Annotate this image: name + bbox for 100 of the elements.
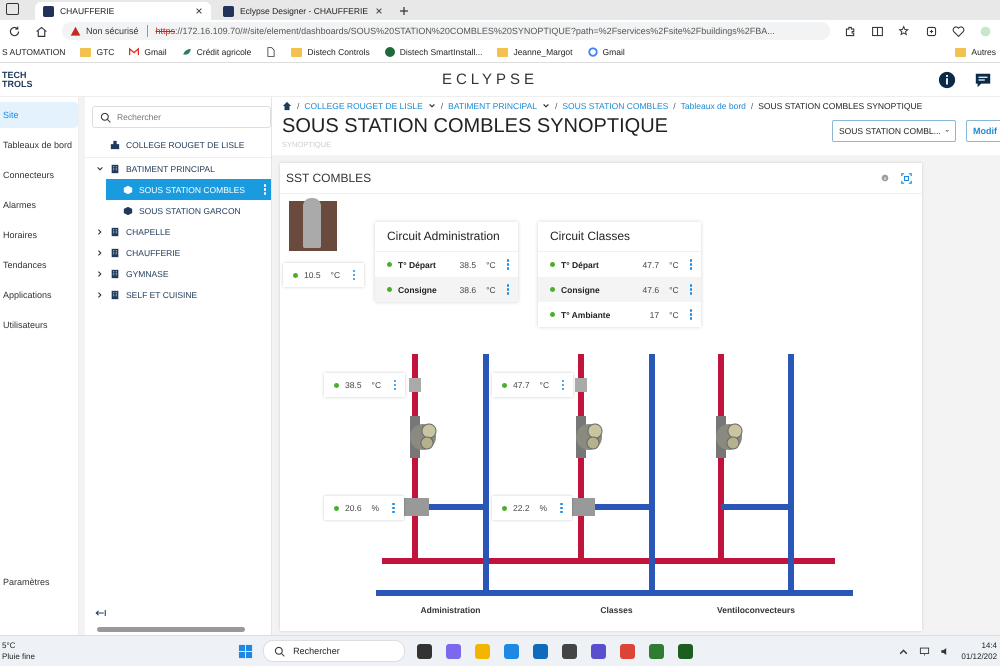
chat-icon[interactable] [974,70,992,88]
tree-item[interactable]: BATIMENT PRINCIPAL [126,164,215,174]
bookmark[interactable]: S AUTOMATION [2,47,66,57]
bookmark[interactable] [266,47,276,57]
bookmark[interactable]: Distech Controls [291,47,370,57]
status-dot [387,287,392,292]
tree-item[interactable]: COLLEGE ROUGET DE LISLE [126,140,244,150]
taskbar-app-icon[interactable] [678,644,694,658]
folder-icon [497,48,508,56]
tree-item[interactable]: CHAUFFERIE [126,248,180,258]
collections-icon[interactable] [925,24,938,38]
tree-item[interactable]: CHAPELLE [126,226,170,236]
chevron-icon[interactable] [96,228,104,236]
breadcrumb-link[interactable]: BATIMENT PRINCIPAL [448,101,537,111]
cube-icon [123,206,133,216]
chevron-icon[interactable] [96,290,104,298]
point-label: Consigne [398,284,438,294]
nav-item[interactable]: Alarmes [0,192,78,218]
breadcrumb-link[interactable]: SOUS STATION COMBLES [562,101,668,111]
taskbar-app-icon[interactable] [591,644,606,658]
folder-icon [291,48,302,56]
tab-actions-icon[interactable] [6,3,19,15]
puzzle-icon[interactable] [844,24,857,38]
breadcrumb-separator: / [554,101,558,111]
clock-date: 01/12/202 [961,651,998,662]
info-icon[interactable] [938,70,956,88]
split-screen-icon[interactable] [871,24,884,38]
nav-item[interactable]: Connecteurs [0,162,78,188]
cube-icon [123,184,133,194]
bookmark[interactable]: Distech SmartInstall... [384,47,482,57]
sensor-drawing [575,378,587,392]
nav-item[interactable]: Paramètres [0,569,78,595]
new-tab-icon[interactable] [399,6,409,16]
mail-icon [129,47,140,57]
tree-item[interactable]: SOUS STATION GARCON [106,200,271,221]
nav-item[interactable]: Utilisateurs [0,312,78,338]
bookmark[interactable]: Autres [955,47,996,57]
caret-icon[interactable] [542,102,550,110]
reload-icon[interactable] [8,24,21,38]
bookmark[interactable]: GTC [80,47,114,57]
value-tag: 20.6 % [324,496,404,520]
value-tag: 38.5 °C [324,373,406,397]
nav-item[interactable]: Tableaux de bord [0,132,78,158]
chevron-icon[interactable] [96,248,104,256]
taskbar-app-icon[interactable] [562,644,578,658]
tree-item[interactable]: GYMNASE [126,268,169,278]
heart-icon[interactable] [952,24,965,38]
nav-item[interactable]: Horaires [0,222,78,248]
sensor-drawing [409,378,421,392]
home-icon[interactable] [35,24,48,38]
folder-icon [955,48,966,56]
breadcrumb-separator: / [297,101,300,111]
building-icon [110,248,120,258]
breadcrumb-link[interactable]: COLLEGE ROUGET DE LISLE [304,101,423,111]
weather-temperature: 5°C [2,640,16,651]
address-bar[interactable]: Non sécurisé https://172.16.109.70/#/site/element/dashboards/SOUS%20STATION%20COMBLES%20SYNOPTIQUE?path=%2Fservices%2Fsite%2Fbuildings%2FBA... [62,22,830,40]
close-icon[interactable] [195,7,203,15]
bookmark[interactable]: Gmail [129,47,167,57]
windows-start-icon[interactable] [238,644,254,658]
bookmark[interactable]: Crédit agricole [182,47,252,57]
caret-icon[interactable] [428,102,436,110]
building-icon [110,164,120,174]
bookmark[interactable]: Gmail [588,47,625,57]
breadcrumb-separator: / [673,101,676,111]
dashboard-dropdown[interactable]: SOUS STATION COMBL... [832,120,956,142]
circuit-card: Circuit Classes T° Départ 47.7 °C Consigne 47.6 °C T° Ambiante 17 °C [538,222,701,327]
point-value: 38.5 [460,260,476,270]
nav-item[interactable]: Tendances [0,252,78,278]
warning-icon [70,26,81,36]
search-icon [274,646,286,656]
taskbar-app-icon[interactable] [533,644,548,658]
home-icon[interactable] [282,101,292,111]
edit-button[interactable]: Modif [966,120,1000,142]
leaf-icon [182,47,192,57]
fullscreen-icon[interactable] [901,172,912,184]
loop-label: Ventiloconvecteurs [716,605,796,615]
clock-time: 14:4 [981,640,998,651]
unit-label: °C [669,284,679,294]
bookmark[interactable]: Jeanne_Margot [497,47,573,57]
breadcrumb-link[interactable]: Tableaux de bord [680,101,746,111]
breadcrumb-separator: / [750,101,754,111]
network-icon[interactable] [919,646,930,656]
taskbar-app-icon[interactable] [417,644,432,658]
favorites-icon[interactable] [898,24,911,38]
browser-tab[interactable]: Eclypse Designer - CHAUFFERIE [215,2,391,20]
collapse-icon[interactable] [94,608,106,618]
search-field[interactable]: Rechercher [263,640,406,662]
status-dot [550,287,555,292]
pump-drawing [410,416,436,458]
search-field[interactable]: Rechercher [92,106,271,128]
browser-tab[interactable]: CHAUFFERIE [35,2,211,20]
bypass-pipe [721,504,791,510]
security-label: Non sécurisé [86,26,139,36]
weather-text: Pluie fine [2,651,35,662]
nav-item[interactable]: Applications [0,282,78,308]
building-icon [110,290,120,300]
chevron-icon[interactable] [96,164,104,172]
chevron-icon[interactable] [96,270,104,278]
close-icon[interactable] [375,7,383,15]
tree-item[interactable]: SELF ET CUISINE [126,290,198,300]
